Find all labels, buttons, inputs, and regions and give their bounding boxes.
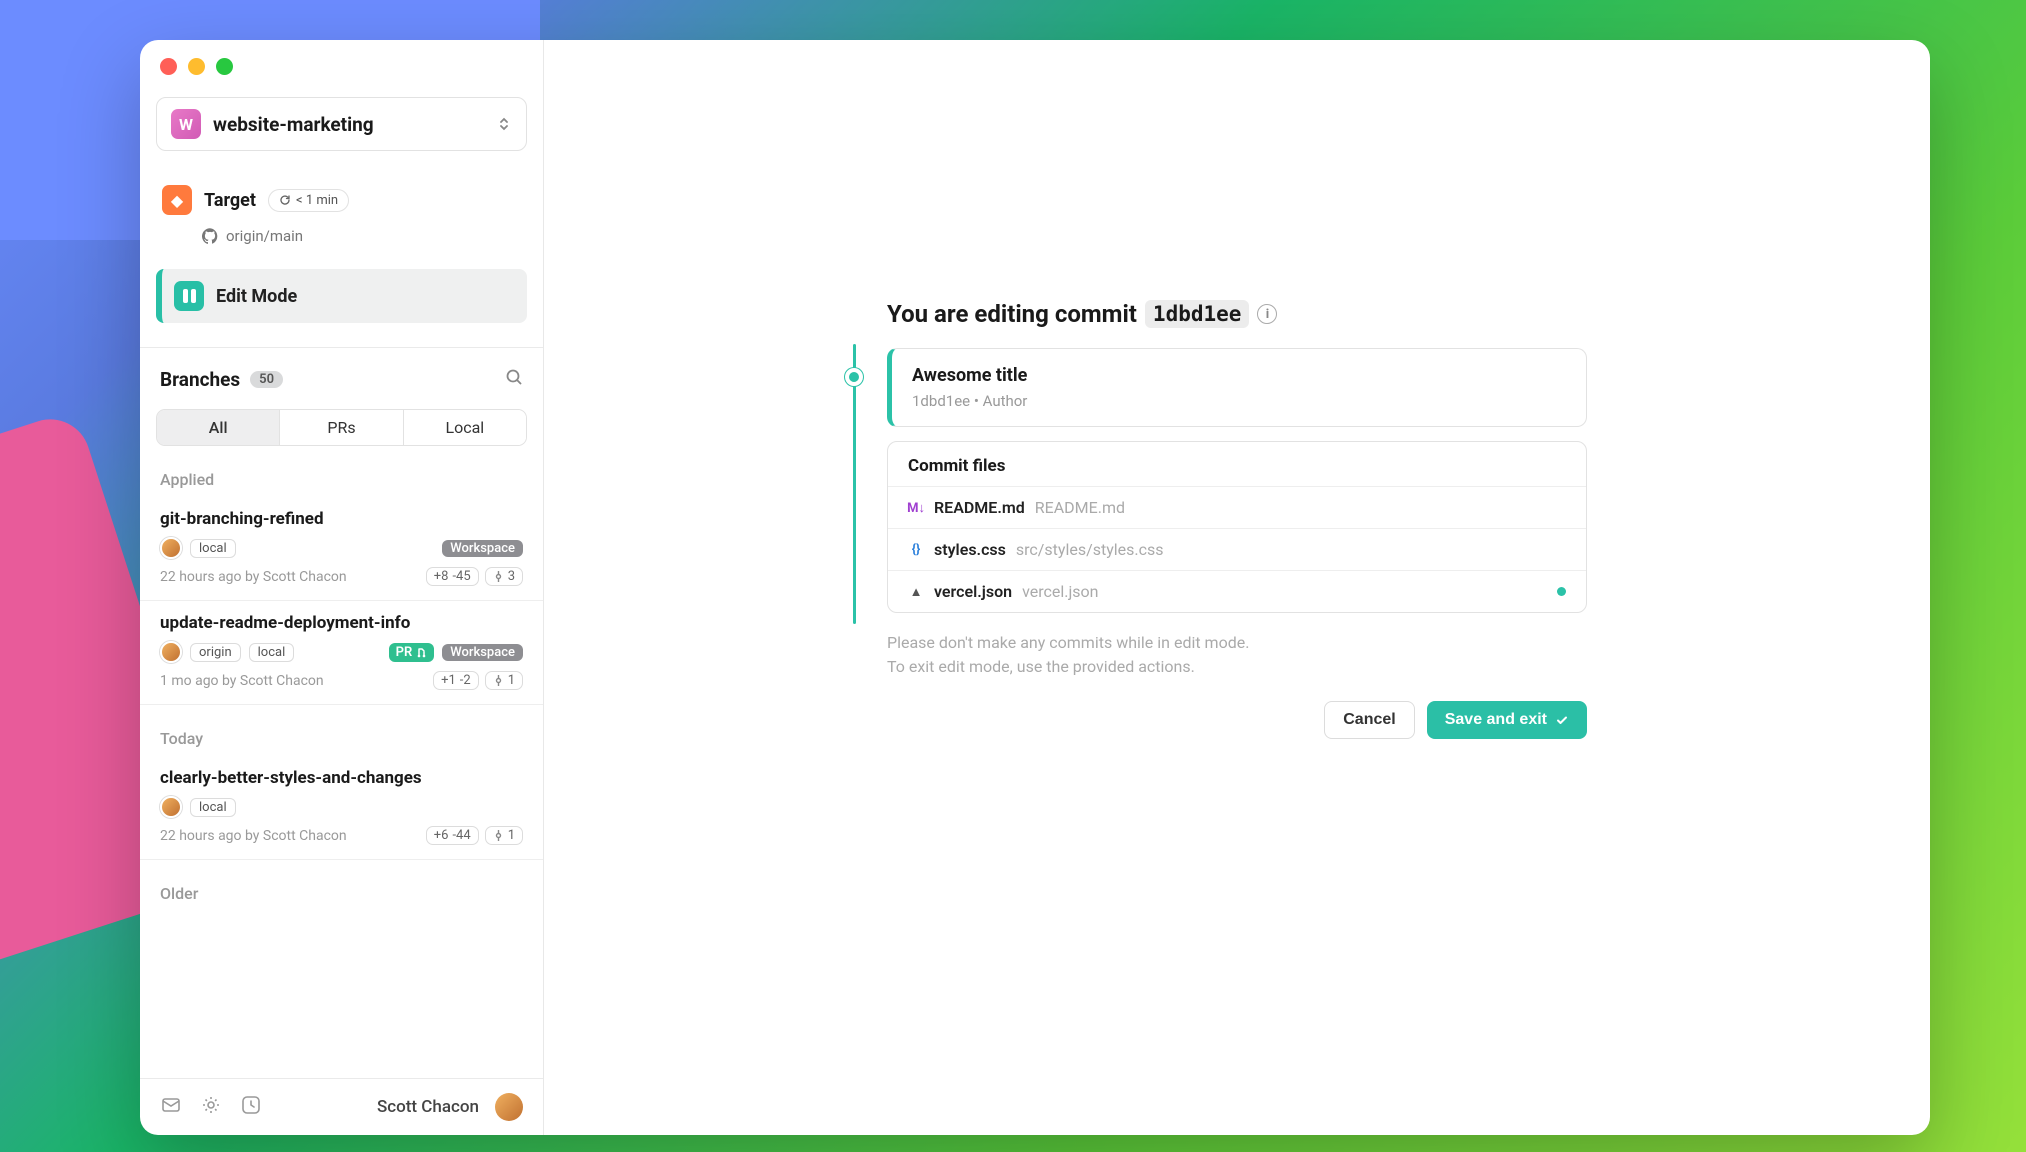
file-name: README.md — [934, 498, 1025, 517]
file-changed-dot-icon — [1557, 587, 1566, 596]
edit-mode-hint: Please don't make any commits while in e… — [887, 631, 1587, 679]
timeline-line — [853, 344, 856, 624]
user-name[interactable]: Scott Chacon — [377, 1097, 479, 1117]
workspace-picker[interactable]: W website-marketing — [156, 97, 527, 151]
commit-hash: 1dbd1ee — [1145, 300, 1250, 328]
edit-mode-label: Edit Mode — [216, 286, 297, 307]
commit-files-header: Commit files — [888, 442, 1586, 486]
branch-meta: 22 hours ago by Scott Chacon — [160, 828, 347, 844]
info-icon[interactable]: i — [1257, 304, 1277, 324]
tag-local: local — [190, 798, 236, 817]
file-row[interactable]: ▲ vercel.json vercel.json — [888, 570, 1586, 612]
target-icon: ◆ — [162, 185, 192, 215]
section-applied: Applied — [140, 446, 543, 497]
history-icon[interactable] — [240, 1094, 264, 1121]
chevron-updown-icon — [496, 116, 512, 132]
branch-item[interactable]: git-branching-refined local Workspace 22… — [140, 497, 543, 601]
commit-card[interactable]: Awesome title 1dbd1ee • Author — [887, 348, 1587, 427]
target-label: Target — [204, 190, 256, 211]
gear-icon[interactable] — [200, 1094, 224, 1121]
tag-workspace: Workspace — [442, 540, 523, 557]
branch-tabs: All PRs Local — [156, 409, 527, 446]
tab-all[interactable]: All — [157, 410, 280, 445]
file-name: styles.css — [934, 540, 1006, 559]
edit-mode-row[interactable]: Edit Mode — [156, 269, 527, 323]
commit-title: Awesome title — [912, 365, 1566, 386]
file-path: vercel.json — [1022, 582, 1098, 601]
window-controls — [140, 40, 543, 89]
commit-files-card: Commit files M↓ README.md README.md {} s… — [887, 441, 1587, 613]
sidebar: W website-marketing ◆ Target < 1 min ori… — [140, 40, 544, 1135]
app-window: W website-marketing ◆ Target < 1 min ori… — [140, 40, 1930, 1135]
edit-heading: You are editing commit 1dbd1ee i — [887, 300, 1587, 328]
tag-pr: PR — [389, 643, 435, 662]
maximize-window-icon[interactable] — [216, 58, 233, 75]
branch-meta: 22 hours ago by Scott Chacon — [160, 569, 347, 585]
stat-additions: +8 -45 — [426, 567, 479, 586]
check-icon — [1555, 713, 1569, 727]
timeline-dot-icon — [845, 368, 863, 386]
stat-commits: 1 — [485, 826, 523, 845]
file-path: README.md — [1035, 498, 1125, 517]
branches-count: 50 — [250, 371, 283, 388]
branch-name: git-branching-refined — [160, 509, 523, 529]
footer: Scott Chacon — [140, 1078, 543, 1135]
file-row[interactable]: {} styles.css src/styles/styles.css — [888, 528, 1586, 570]
branches-title: Branches 50 — [160, 368, 283, 391]
minimize-window-icon[interactable] — [188, 58, 205, 75]
github-icon — [202, 228, 218, 244]
tab-local[interactable]: Local — [404, 410, 526, 445]
target-time-pill: < 1 min — [268, 189, 349, 212]
workspace-badge: W — [171, 109, 201, 139]
file-name: vercel.json — [934, 582, 1012, 601]
workspace-name: website-marketing — [213, 113, 484, 136]
branch-meta: 1 mo ago by Scott Chacon — [160, 673, 324, 689]
stat-additions: +1 -2 — [433, 671, 479, 690]
edit-mode-icon — [174, 281, 204, 311]
section-older: Older — [140, 860, 543, 911]
main-area: You are editing commit 1dbd1ee i Awesome… — [544, 40, 1930, 1135]
avatar-icon — [160, 537, 182, 559]
avatar-icon[interactable] — [495, 1093, 523, 1121]
mail-icon[interactable] — [160, 1094, 184, 1121]
save-and-exit-button[interactable]: Save and exit — [1427, 701, 1587, 739]
branch-item[interactable]: clearly-better-styles-and-changes local … — [140, 756, 543, 860]
avatar-icon — [160, 641, 182, 663]
json-file-icon: ▲ — [908, 584, 924, 600]
close-window-icon[interactable] — [160, 58, 177, 75]
search-icon[interactable] — [505, 368, 523, 391]
stat-additions: +6 -44 — [426, 826, 479, 845]
branch-item[interactable]: update-readme-deployment-info origin loc… — [140, 601, 543, 705]
section-today: Today — [140, 705, 543, 756]
commit-meta: 1dbd1ee • Author — [912, 392, 1566, 410]
markdown-file-icon: M↓ — [908, 500, 924, 516]
css-file-icon: {} — [908, 542, 924, 557]
refresh-icon — [279, 194, 291, 206]
branch-name: clearly-better-styles-and-changes — [160, 768, 523, 788]
stat-commits: 1 — [485, 671, 523, 690]
target-remote: origin/main — [156, 223, 527, 245]
branch-name: update-readme-deployment-info — [160, 613, 523, 633]
cancel-button[interactable]: Cancel — [1324, 701, 1414, 739]
tab-prs[interactable]: PRs — [280, 410, 403, 445]
target-row[interactable]: ◆ Target < 1 min — [156, 177, 527, 223]
stat-commits: 3 — [485, 567, 523, 586]
file-row[interactable]: M↓ README.md README.md — [888, 486, 1586, 528]
avatar-icon — [160, 796, 182, 818]
tag-workspace: Workspace — [442, 644, 523, 661]
tag-origin: origin — [190, 643, 241, 662]
tag-local: local — [190, 539, 236, 558]
file-path: src/styles/styles.css — [1016, 540, 1164, 559]
tag-local: local — [249, 643, 295, 662]
